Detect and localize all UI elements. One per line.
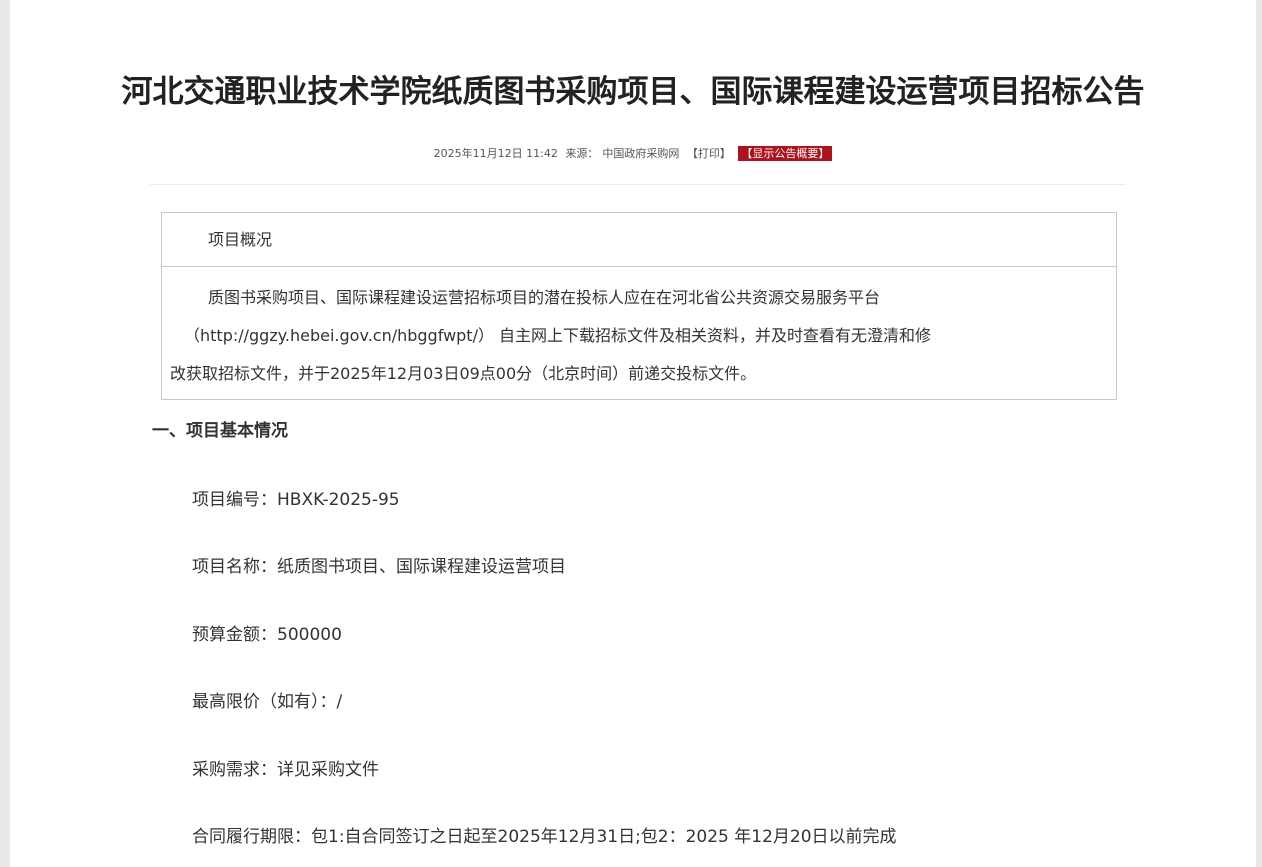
print-link[interactable]: 【打印】 (687, 147, 731, 160)
title-divider (150, 184, 1126, 185)
field-label: 采购需求： (192, 760, 277, 780)
show-summary-button[interactable]: 【显示公告概要】 (738, 146, 833, 161)
project-overview-box: 项目概况 质图书采购项目、国际课程建设运营招标项目的潜在投标人应在在河北省公共资… (161, 212, 1117, 400)
field-label: 项目名称： (192, 557, 277, 577)
overview-body: 质图书采购项目、国际课程建设运营招标项目的潜在投标人应在在河北省公共资源交易服务… (162, 267, 1116, 393)
field-project-name: 项目名称：纸质图书项目、国际课程建设运营项目 (192, 552, 566, 577)
field-project-number: 项目编号：HBXK-2025-95 (192, 485, 400, 510)
field-budget: 预算金额：500000 (192, 620, 342, 645)
overview-line: 改获取招标文件，并于2025年12月03日09点00分（北京时间）前递交投标文件… (170, 364, 757, 383)
announcement-page: 河北交通职业技术学院纸质图书采购项目、国际课程建设运营项目招标公告 2025年1… (10, 0, 1256, 867)
overview-line: （http://ggzy.hebei.gov.cn/hbggfwpt/） 自主网… (184, 326, 932, 345)
source-label: 来源： (565, 147, 599, 160)
field-value: 详见采购文件 (277, 760, 379, 780)
field-label: 项目编号： (192, 490, 277, 510)
overview-line: 质图书采购项目、国际课程建设运营招标项目的潜在投标人应在在河北省公共资源交易服务… (208, 288, 881, 307)
field-value: 500000 (277, 625, 342, 645)
field-contract-period: 合同履行期限：包1:自合同签订之日起至2025年12月31日;包2：2025 年… (192, 822, 897, 847)
publish-datetime: 2025年11月12日 11:42 (433, 147, 558, 160)
field-label: 合同履行期限： (192, 827, 311, 847)
source-name: 中国政府采购网 (602, 147, 680, 160)
field-value: HBXK-2025-95 (277, 490, 400, 510)
page-title: 河北交通职业技术学院纸质图书采购项目、国际课程建设运营项目招标公告 (121, 74, 1145, 110)
field-label: 预算金额： (192, 625, 277, 645)
field-max-price: 最高限价（如有）：/ (192, 687, 342, 712)
field-value: 纸质图书项目、国际课程建设运营项目 (277, 557, 566, 577)
field-value: 包1:自合同签订之日起至2025年12月31日;包2：2025 年12月20日以… (311, 827, 897, 847)
field-value: / (336, 692, 343, 712)
field-requirements: 采购需求：详见采购文件 (192, 755, 379, 780)
field-label: 最高限价（如有）： (192, 692, 337, 712)
section-title-basic-info: 一、项目基本情况 (152, 421, 288, 441)
overview-heading: 项目概况 (162, 213, 1116, 267)
article-meta: 2025年11月12日 11:42 来源： 中国政府采购网 【打印】 【显示公告概… (10, 145, 1256, 161)
